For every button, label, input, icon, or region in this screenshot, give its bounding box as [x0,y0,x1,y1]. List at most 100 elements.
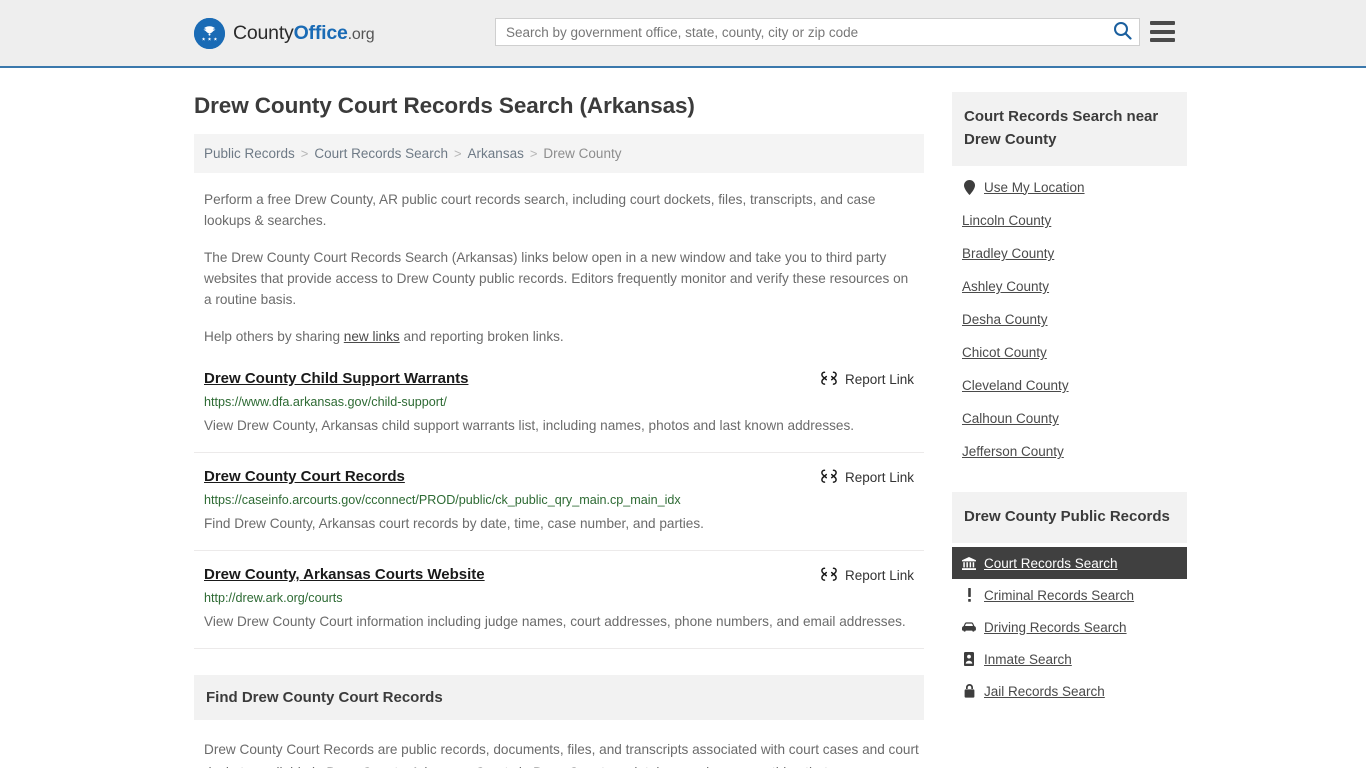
sidebar-item-label: Calhoun County [962,411,1059,426]
listing-description: View Drew County Court information inclu… [204,614,906,629]
listing-header: Drew County Child Support Warrants Report… [204,369,914,389]
sidebar-nearby-calhoun-county[interactable]: Calhoun County [952,402,1187,435]
sidebar-item-label: Desha County [962,312,1048,327]
listing-description: View Drew County, Arkansas child support… [204,418,855,433]
listing-item: Drew County, Arkansas Courts Website Repo… [194,565,924,649]
nearby-searches-header: Court Records Search near Drew County [952,92,1187,166]
listing-description: Find Drew County, Arkansas court records… [204,516,704,531]
exclamation-icon [962,587,976,603]
intro-paragraph-2: The Drew County Court Records Search (Ar… [204,250,909,307]
report-link-label: Report Link [844,470,914,485]
sidebar-nearby-ashley-county[interactable]: Ashley County [952,270,1187,303]
broken-link-icon [821,566,837,585]
sidebar-item-label: Driving Records Search [984,619,1127,635]
main-content: Drew County Court Records Search (Arkans… [194,68,924,768]
breadcrumb-separator: > [300,146,309,161]
sidebar-nearby-bradley-county[interactable]: Bradley County [952,237,1187,270]
sidebar-nearby-jefferson-county[interactable]: Jefferson County [952,435,1187,468]
listing-title-link[interactable]: Drew County Child Support Warrants [204,369,468,389]
listing-title-link[interactable]: Drew County Court Records [204,467,405,487]
search-bar[interactable] [495,18,1140,46]
sidebar-nearby-cleveland-county[interactable]: Cleveland County [952,369,1187,402]
new-links-link[interactable]: new links [344,329,400,344]
listing-header: Drew County Court Records Report Link [204,467,914,487]
logo-text: CountyOffice.org [233,21,375,45]
public-records-header: Drew County Public Records [952,492,1187,543]
hamburger-menu-icon[interactable] [1150,21,1175,42]
sidebar-record-driving-records-search[interactable]: Driving Records Search [952,611,1187,643]
report-link-button[interactable]: Report Link [821,467,914,487]
nearby-county-list: Use My Location Lincoln County Bradley Cou… [952,170,1187,468]
lock-icon [962,683,976,699]
breadcrumb-item-drew-county: Drew County [543,146,622,161]
broken-link-icon [821,468,837,487]
public-records-heading: Drew County Public Records [964,508,1170,525]
listings: Drew County Child Support Warrants Report… [194,369,924,649]
id-card-icon [962,651,976,667]
site-header: CountyOffice.org [0,0,1366,68]
logo-text-office: Office [293,21,348,44]
nearby-searches-heading: Court Records Search near Drew County [964,108,1159,148]
listing-url: http://drew.ark.org/courts [204,591,343,605]
sidebar-nearby-lincoln-county[interactable]: Lincoln County [952,204,1187,237]
sidebar-record-jail-records-search[interactable]: Jail Records Search [952,675,1187,707]
report-link-button[interactable]: Report Link [821,369,914,389]
breadcrumb-item-arkansas[interactable]: Arkansas [468,146,524,161]
sidebar-item-label: Lincoln County [962,213,1052,228]
hamburger-bar [1150,21,1175,25]
sidebar-item-label: Bradley County [962,246,1055,261]
search-icon [1113,21,1132,43]
sidebar-record-court-records-search[interactable]: Court Records Search [952,547,1187,579]
sidebar-item-label: Chicot County [962,345,1047,360]
listing-item: Drew County Court Records Report Link http… [194,467,924,551]
listing-url: https://www.dfa.arkansas.gov/child-suppo… [204,395,447,409]
site-logo[interactable]: CountyOffice.org [194,17,375,49]
intro-paragraph-1: Perform a free Drew County, AR public co… [204,192,876,228]
sidebar: Court Records Search near Drew County Us… [952,68,1187,768]
page-container: Drew County Court Records Search (Arkans… [0,68,1366,768]
report-link-label: Report Link [844,568,914,583]
sidebar-nearby-use-my-location[interactable]: Use My Location [952,170,1187,204]
breadcrumb-separator: > [453,146,462,161]
listing-url: https://caseinfo.arcourts.gov/cconnect/P… [204,493,681,507]
sidebar-item-label: Inmate Search [984,651,1072,667]
sidebar-item-label: Jail Records Search [984,683,1105,699]
page-title: Drew County Court Records Search (Arkans… [194,93,695,118]
sidebar-record-inmate-search[interactable]: Inmate Search [952,643,1187,675]
car-icon [962,619,976,635]
listing-item: Drew County Child Support Warrants Report… [194,369,924,453]
intro-p3-after: and reporting broken links. [399,329,564,344]
hamburger-bar [1150,29,1175,34]
report-link-button[interactable]: Report Link [821,565,914,585]
sidebar-nearby-desha-county[interactable]: Desha County [952,303,1187,336]
eagle-seal-icon [194,17,225,49]
sidebar-nearby-chicot-county[interactable]: Chicot County [952,336,1187,369]
sidebar-item-label: Criminal Records Search [984,587,1135,603]
breadcrumb-item-public-records[interactable]: Public Records [204,146,295,161]
breadcrumb-item-court-records-search[interactable]: Court Records Search [314,146,448,161]
breadcrumb-separator: > [529,146,538,161]
public-records-list: Court Records Search Criminal Records Sea… [952,547,1187,707]
public-records-box: Drew County Public Records Court Records… [952,492,1187,707]
intro-paragraph-3: Help others by sharing new links and rep… [204,326,909,347]
find-records-section-body: Drew County Court Records are public rec… [194,738,924,768]
find-records-body-text: Drew County Court Records are public rec… [204,742,919,768]
sidebar-item-label: Court Records Search [984,555,1118,571]
sidebar-record-criminal-records-search[interactable]: Criminal Records Search [952,579,1187,611]
hamburger-bar [1150,38,1175,42]
map-pin-icon [962,179,976,195]
sidebar-item-label: Use My Location [984,179,1085,195]
report-link-label: Report Link [844,372,914,387]
listing-title-link[interactable]: Drew County, Arkansas Courts Website [204,565,485,585]
courthouse-icon [962,555,976,571]
nearby-searches-box: Court Records Search near Drew County Us… [952,92,1187,468]
logo-text-tld: .org [347,25,375,43]
search-input[interactable] [496,19,1105,45]
broken-link-icon [821,370,837,389]
sidebar-item-label: Ashley County [962,279,1050,294]
breadcrumb: Public Records > Court Records Search > Arka… [194,134,924,173]
listing-header: Drew County, Arkansas Courts Website Repo… [204,565,914,585]
sidebar-item-label: Cleveland County [962,378,1069,393]
search-button[interactable] [1105,19,1139,45]
intro-text: Perform a free Drew County, AR public co… [194,189,924,347]
